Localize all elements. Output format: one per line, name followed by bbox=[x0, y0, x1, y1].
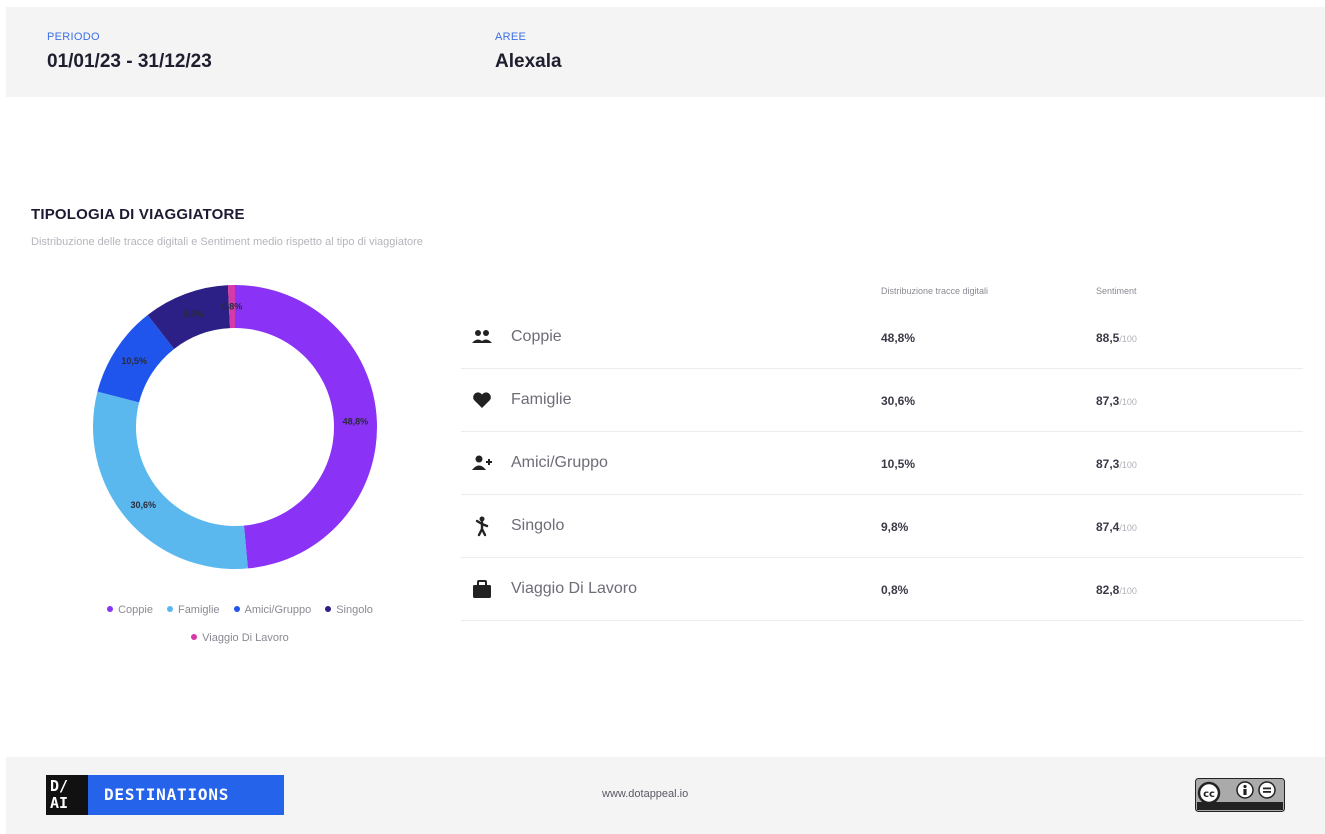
table-row: Singolo 9,8% 87,4/100 bbox=[461, 495, 1303, 558]
row-distribution: 10,5% bbox=[881, 457, 916, 471]
table-row: Amici/Gruppo 10,5% 87,3/100 bbox=[461, 432, 1303, 495]
website-link[interactable]: www.dotappeal.io bbox=[602, 788, 688, 800]
legend-item[interactable]: Famiglie bbox=[166, 596, 220, 624]
row-sentiment: 87,4/100 bbox=[1096, 520, 1137, 534]
period-value: 01/01/23 - 31/12/23 bbox=[47, 51, 212, 72]
cc-by-nd-icon: cc bbox=[1195, 778, 1285, 812]
table-header: Distribuzione tracce digitali Sentiment bbox=[461, 280, 1303, 306]
table-row: Coppie 48,8% 88,5/100 bbox=[461, 306, 1303, 369]
donut-slice-coppie[interactable] bbox=[235, 285, 377, 569]
donut-data-label: 30,6% bbox=[130, 500, 156, 510]
row-label: Viaggio Di Lavoro bbox=[511, 580, 638, 597]
donut-chart: 48,8% 30,6% 10,5% 9,8% 0,8% Coppie Famiglie Am… bbox=[40, 270, 440, 650]
section-title: TIPOLOGIA DI VIAGGIATORE bbox=[31, 206, 245, 223]
row-distribution: 0,8% bbox=[881, 583, 909, 597]
section-subtitle: Distribuzione delle tracce digitali e Se… bbox=[31, 236, 423, 248]
logo-text: DESTINATIONS bbox=[88, 775, 284, 815]
row-distribution: 48,8% bbox=[881, 331, 916, 345]
footer-bar: D/AI DESTINATIONS www.dotappeal.io cc bbox=[6, 757, 1325, 834]
solo-traveler-icon bbox=[475, 516, 489, 537]
couple-icon bbox=[472, 330, 492, 343]
traveler-type-table: Distribuzione tracce digitali Sentiment … bbox=[461, 280, 1303, 621]
legend-item[interactable]: Singolo bbox=[325, 596, 373, 624]
legend-label: Coppie bbox=[118, 604, 153, 616]
briefcase-icon bbox=[473, 580, 491, 598]
area-label: AREE bbox=[495, 31, 527, 43]
area-filter[interactable]: AREE Alexala bbox=[495, 31, 562, 73]
heart-icon bbox=[473, 392, 491, 408]
donut-data-label: 9,8% bbox=[183, 309, 204, 319]
period-filter[interactable]: PERIODO 01/01/23 - 31/12/23 bbox=[47, 31, 212, 73]
row-label: Famiglie bbox=[511, 391, 572, 408]
table-row: Famiglie 30,6% 87,3/100 bbox=[461, 369, 1303, 432]
period-label: PERIODO bbox=[47, 31, 100, 43]
legend-label: Famiglie bbox=[177, 604, 220, 616]
donut-data-label: 10,5% bbox=[121, 356, 147, 366]
row-label: Amici/Gruppo bbox=[511, 454, 608, 471]
chart-legend: Coppie Famiglie Amici/Gruppo Singolo Viaggio… bbox=[40, 596, 440, 652]
area-value: Alexala bbox=[495, 51, 562, 72]
donut-slice-famiglie[interactable] bbox=[93, 391, 248, 569]
row-distribution: 30,6% bbox=[881, 394, 916, 408]
brand-logo[interactable]: D/AI DESTINATIONS bbox=[46, 775, 284, 815]
donut-chart-svg: 48,8% 30,6% 10,5% 9,8% 0,8% bbox=[93, 285, 377, 569]
donut-data-label: 48,8% bbox=[343, 417, 369, 427]
legend-dot bbox=[191, 634, 198, 641]
legend-label: Amici/Gruppo bbox=[244, 604, 312, 616]
header-distribution: Distribuzione tracce digitali bbox=[881, 286, 989, 296]
row-sentiment: 88,5/100 bbox=[1096, 331, 1137, 345]
donut-data-label: 0,8% bbox=[222, 302, 243, 312]
row-sentiment: 87,3/100 bbox=[1096, 457, 1137, 471]
row-label: Singolo bbox=[511, 517, 565, 534]
header-sentiment: Sentiment bbox=[1096, 286, 1137, 296]
svg-text:cc: cc bbox=[1203, 789, 1215, 800]
row-sentiment: 87,3/100 bbox=[1096, 394, 1137, 408]
logo-mark: D/AI bbox=[46, 775, 88, 815]
row-distribution: 9,8% bbox=[881, 520, 909, 534]
legend-label: Viaggio Di Lavoro bbox=[202, 632, 289, 644]
legend-dot bbox=[166, 606, 173, 613]
legend-item[interactable]: Viaggio Di Lavoro bbox=[191, 624, 289, 652]
legend-dot bbox=[107, 606, 114, 613]
legend-item[interactable]: Coppie bbox=[107, 596, 153, 624]
header-bar: PERIODO 01/01/23 - 31/12/23 AREE Alexala bbox=[6, 7, 1325, 97]
legend-dot bbox=[233, 606, 240, 613]
legend-dot bbox=[325, 606, 332, 613]
row-label: Coppie bbox=[511, 328, 562, 345]
legend-item[interactable]: Amici/Gruppo bbox=[233, 596, 312, 624]
group-icon bbox=[472, 455, 492, 470]
row-sentiment: 82,8/100 bbox=[1096, 583, 1137, 597]
table-row: Viaggio Di Lavoro 0,8% 82,8/100 bbox=[461, 558, 1303, 621]
legend-label: Singolo bbox=[336, 604, 373, 616]
